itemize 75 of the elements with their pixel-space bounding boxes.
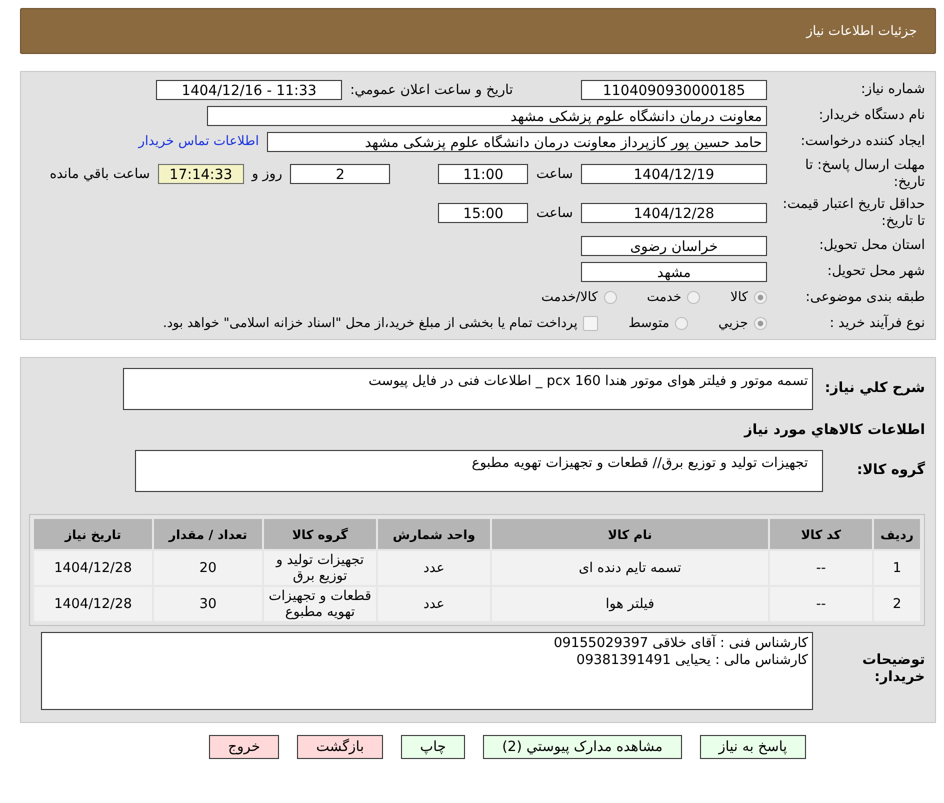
option-label: جزيي bbox=[718, 316, 748, 331]
field-label: تاريخ و ساعت اعلان عمومي: bbox=[350, 82, 513, 98]
radio-button[interactable] bbox=[675, 317, 688, 330]
table-cell: تجهیزات تولید و توزیع برق bbox=[264, 551, 376, 585]
table-cell: تسمه تایم دنده ای bbox=[492, 551, 768, 585]
checkbox-label: پرداخت تمام یا بخشی از مبلغ خرید،از محل "اسناد خزانه اسلامی" خواهد بود. bbox=[162, 316, 578, 331]
announce-date-field: 1404/12/16 - 11:33 bbox=[156, 80, 342, 100]
action-button[interactable]: بازگشت bbox=[297, 735, 383, 759]
notes-line: کارشناس فنی : آقای خلاقی 09155029397 bbox=[552, 635, 808, 652]
table-cell: -- bbox=[770, 587, 872, 621]
column-header: تعداد / مقدار bbox=[154, 519, 262, 549]
requester-field: حامد حسین پور کازپرداز معاونت درمان دانشگاه علوم پزشکی مشهد bbox=[267, 132, 767, 152]
remaining-time-field: 17:14:33 bbox=[158, 164, 244, 184]
field-label: طبقه بندی موضوعی: bbox=[804, 289, 925, 306]
radio-button[interactable] bbox=[754, 291, 767, 304]
buyer-contact-link[interactable]: اطلاعات تماس خریدار bbox=[138, 134, 259, 149]
field-label: حداقل تاریخ اعتبار قیمت: تا تاریخ: bbox=[782, 196, 925, 230]
column-header: کد کالا bbox=[770, 519, 872, 549]
time-field: 11:00 bbox=[438, 164, 528, 184]
field-label: مهلت ارسال پاسخ: تا تاریخ: bbox=[804, 157, 925, 191]
table-cell: قطعات و تجهیزات تهویه مطبوع bbox=[264, 587, 376, 621]
column-header: واحد شمارش bbox=[378, 519, 490, 549]
table-cell: 1404/12/28 bbox=[34, 587, 152, 621]
radio-button[interactable] bbox=[604, 291, 617, 304]
column-header: نام کالا bbox=[492, 519, 768, 549]
field-label: شرح کلي نياز: bbox=[824, 379, 925, 397]
field-label: شهر محل تحویل: bbox=[826, 263, 925, 280]
table-cell: 2 bbox=[874, 587, 920, 621]
column-header: تاريخ نياز bbox=[34, 519, 152, 549]
action-button[interactable]: چاپ bbox=[400, 735, 466, 759]
summary-textarea[interactable]: تسمه موتور و فیلتر هوای موتور هندا pcx 160 _ اطلاعات فنی در فایل پیوست bbox=[123, 368, 813, 410]
table-cell: فیلتر هوا bbox=[492, 587, 768, 621]
province-field: خراسان رضوی bbox=[581, 236, 767, 256]
table-cell: 20 bbox=[154, 551, 262, 585]
column-header: رديف bbox=[874, 519, 920, 549]
field-label: استان محل تحویل: bbox=[818, 237, 925, 254]
radio-button[interactable] bbox=[754, 317, 767, 330]
field-label: ساعت bbox=[536, 205, 573, 221]
notes-line: کارشناس مالی : یحیایی 09381391491 bbox=[575, 652, 808, 669]
table-cell: 30 bbox=[154, 587, 262, 621]
option-label: خدمت bbox=[646, 290, 682, 305]
column-header: گروه کالا bbox=[264, 519, 376, 549]
option-label: متوسط bbox=[628, 316, 670, 331]
field-label: توضیحات خریدار: bbox=[861, 651, 925, 686]
action-button[interactable]: مشاهده مدارک پیوستي (2) bbox=[483, 735, 682, 759]
option-label: کالا bbox=[730, 290, 748, 305]
radio-button[interactable] bbox=[687, 291, 700, 304]
table-cell: 1 bbox=[874, 551, 920, 585]
action-button[interactable]: پاسخ به نیاز bbox=[700, 735, 806, 759]
field-label: نوع فرآیند خرید : bbox=[828, 315, 925, 332]
field-label: نام دستگاه خریدار: bbox=[818, 107, 925, 124]
days-field: 2 bbox=[290, 164, 390, 184]
table-cell: عدد bbox=[378, 587, 490, 621]
table-cell: -- bbox=[770, 551, 872, 585]
notes-textarea[interactable]: کارشناس فنی : آقای خلاقی 09155029397 کارشناس مالی : یحیایی 09381391491 bbox=[41, 632, 813, 710]
city-field: مشهد bbox=[581, 262, 767, 282]
action-button[interactable]: خروج bbox=[208, 735, 280, 759]
need-number-field: 1104090930000185 bbox=[581, 80, 767, 100]
field-label: ایجاد کننده درخواست: bbox=[800, 133, 925, 150]
option-label: کالا/خدمت bbox=[541, 290, 598, 305]
date-field: 1404/12/19 bbox=[581, 164, 767, 184]
page-title: جزئيات اطلاعات نياز bbox=[806, 24, 917, 38]
table-cell: عدد bbox=[378, 551, 490, 585]
checkbox[interactable] bbox=[583, 316, 598, 331]
field-label: روز و bbox=[252, 166, 282, 182]
field-label: گروه کالا: bbox=[856, 460, 925, 479]
field-label: شماره نیاز: bbox=[860, 81, 925, 98]
field-label: ساعت bbox=[536, 166, 573, 182]
table-cell: 1404/12/28 bbox=[34, 551, 152, 585]
field-label: ساعت باقي مانده bbox=[50, 166, 150, 182]
goods-group-textarea[interactable]: تجهیزات تولید و توزیع برق// قطعات و تجهیزات تهویه مطبوع bbox=[135, 450, 823, 492]
section-title: اطلاعات کالاهاي مورد نياز bbox=[742, 422, 925, 438]
buyer-field: معاونت درمان دانشگاه علوم پزشکی مشهد bbox=[207, 106, 767, 126]
time-field: 15:00 bbox=[438, 203, 528, 223]
date-field: 1404/12/28 bbox=[581, 203, 767, 223]
